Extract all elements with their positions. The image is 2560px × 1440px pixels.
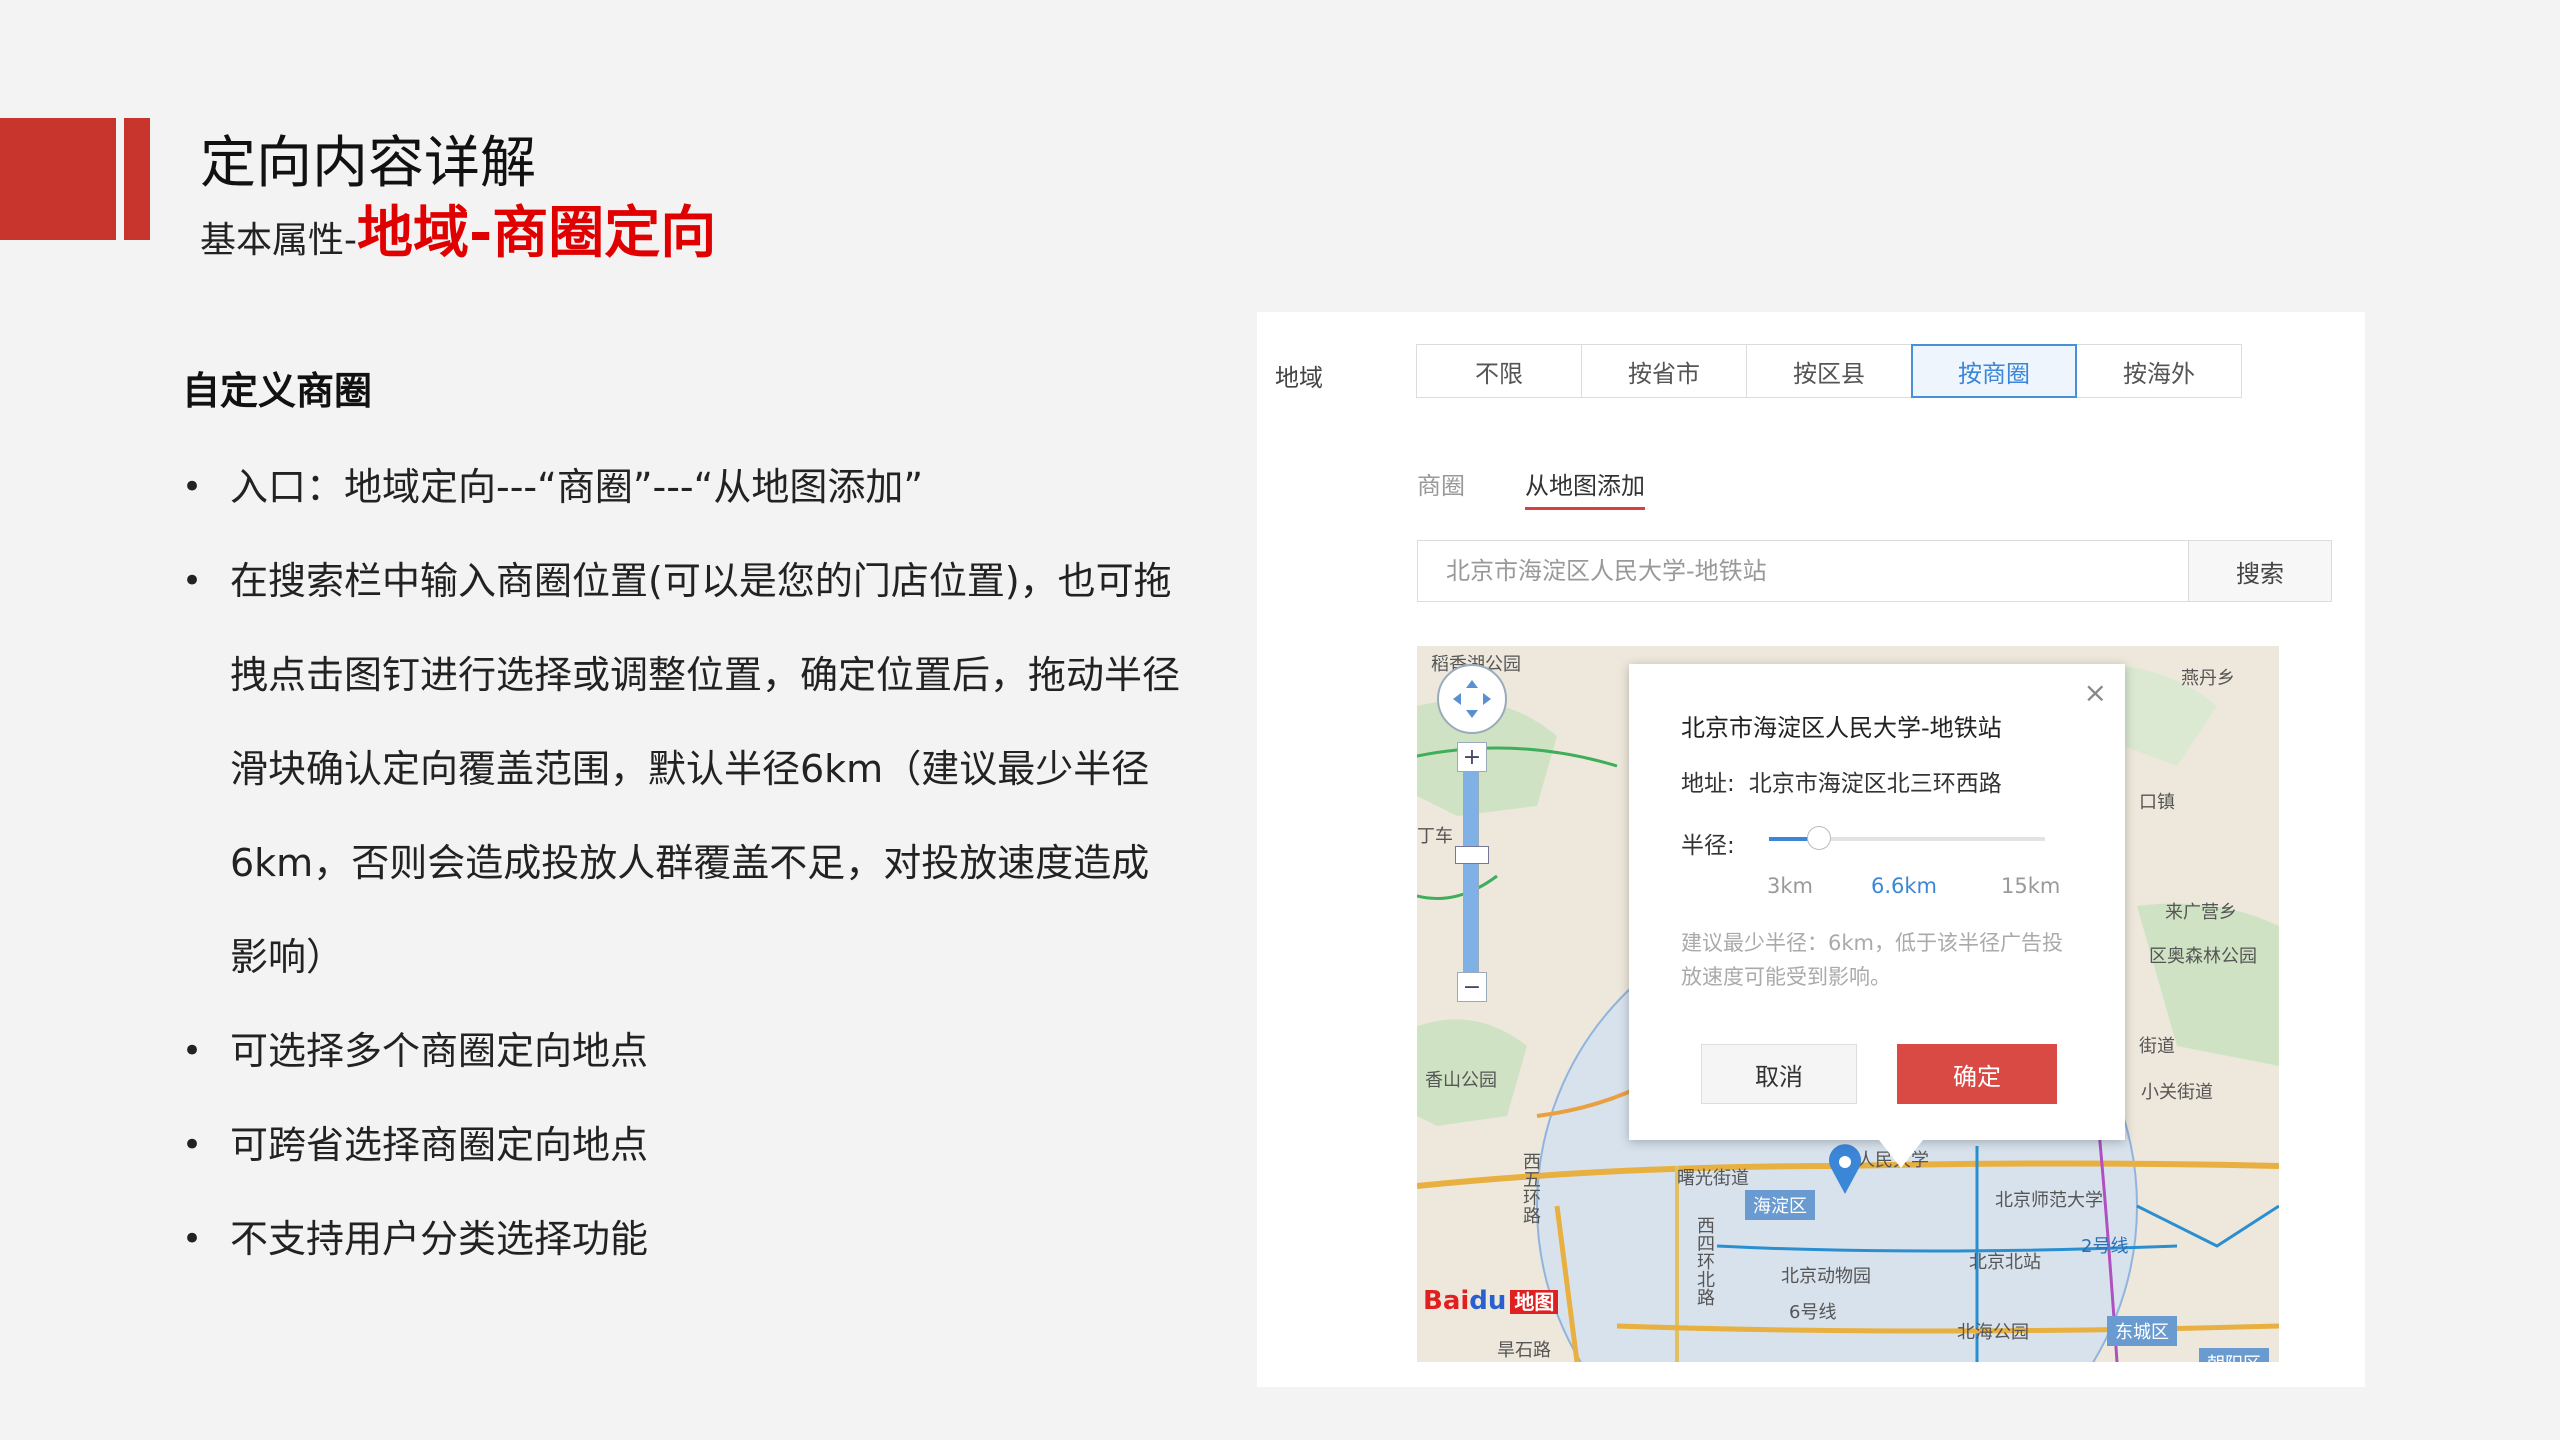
- radius-slider[interactable]: [1769, 826, 2045, 850]
- radius-slider-knob[interactable]: [1806, 826, 1831, 850]
- map-label: 西四环北路: [1694, 1216, 1715, 1306]
- popup-title: 北京市海淀区人民大学-地铁站: [1681, 714, 2002, 742]
- map-label: 街道: [2139, 1036, 2175, 1057]
- zoom-out-button[interactable]: −: [1457, 972, 1487, 1002]
- logo-text-bai: Bai: [1423, 1286, 1470, 1316]
- slide-subtitle: 基本属性-地域-商圈定向: [200, 188, 716, 269]
- region-targeting-panel: 地域 不限 按省市 按区县 按商圈 按海外 商圈 从地图添加 北京市海淀区人民大…: [1257, 312, 2365, 1387]
- map-label: 来广营乡: [2165, 902, 2237, 923]
- bullet-dot-icon: •: [182, 1125, 203, 1165]
- map-label: 香山公园: [1425, 1070, 1497, 1091]
- map-label: 燕丹乡: [2181, 668, 2235, 689]
- bullet-item: • 可跨省选择商圈定向地点: [182, 1098, 1182, 1192]
- zoom-slider-handle[interactable]: [1455, 846, 1489, 864]
- map-label: 旱石路: [1497, 1340, 1551, 1361]
- map-district-badge: 东城区: [2107, 1316, 2177, 1346]
- address-label: 地址:: [1681, 771, 1735, 797]
- radius-note: 建议最少半径：6km，低于该半径广告投放速度可能受到影响。: [1681, 931, 2063, 989]
- bullet-item: • 在搜索栏中输入商圈位置(可以是您的门店位置)，也可拖拽点击图钉进行选择或调整位…: [182, 534, 1182, 1004]
- cancel-button[interactable]: 取消: [1701, 1044, 1857, 1104]
- tab-unlimited[interactable]: 不限: [1416, 344, 1582, 398]
- radius-current-label: 6.6km: [1871, 874, 1938, 898]
- bullet-text: 入口：地域定向---“商圈”---“从地图添加”: [230, 465, 924, 509]
- map-district-badge: 朝阳区: [2199, 1348, 2269, 1362]
- pan-arrows-icon: [1453, 680, 1491, 718]
- subtab-add-from-map[interactable]: 从地图添加: [1525, 466, 1645, 510]
- region-label: 地域: [1275, 364, 1323, 392]
- confirm-button[interactable]: 确定: [1897, 1044, 2057, 1104]
- bullet-dot-icon: •: [182, 1219, 203, 1259]
- map-pin-icon[interactable]: [1825, 1144, 1865, 1196]
- map-label: 口镇: [2139, 792, 2175, 813]
- bullet-item: • 不支持用户分类选择功能: [182, 1192, 1182, 1286]
- map-pan-control[interactable]: [1437, 664, 1507, 734]
- map-label: 北海公园: [1957, 1322, 2029, 1343]
- tab-overseas[interactable]: 按海外: [2076, 344, 2242, 398]
- popup-tail: [1879, 1140, 1923, 1168]
- map-label: 西五环路: [1520, 1152, 1541, 1224]
- logo-text-du: du: [1469, 1286, 1507, 1316]
- address-value: 北京市海淀区北三环西路: [1748, 771, 2002, 797]
- map-label: 丁车: [1417, 826, 1453, 847]
- map-label: 曙光街道: [1677, 1168, 1749, 1189]
- section-title: 自定义商圈: [182, 369, 373, 413]
- map-label: 小关街道: [2141, 1082, 2213, 1103]
- map-label: 北京师范大学: [1995, 1190, 2103, 1211]
- radius-max-label: 15km: [2001, 874, 2061, 898]
- subtitle-highlight: 地域-商圈定向: [357, 201, 717, 266]
- bullet-dot-icon: •: [182, 1031, 203, 1071]
- zoom-in-button[interactable]: +: [1457, 742, 1487, 772]
- search-button[interactable]: 搜索: [2188, 540, 2332, 602]
- location-search-input[interactable]: 北京市海淀区人民大学-地铁站: [1417, 540, 2189, 602]
- bullet-text: 在搜索栏中输入商圈位置(可以是您的门店位置)，也可拖拽点击图钉进行选择或调整位置…: [230, 559, 1181, 979]
- bullet-dot-icon: •: [182, 561, 203, 601]
- map-label: 北京北站: [1969, 1252, 2041, 1273]
- map-label: 6号线: [1789, 1302, 1837, 1323]
- bullet-item: • 可选择多个商圈定向地点: [182, 1004, 1182, 1098]
- map-label: 2号线: [2081, 1236, 2129, 1257]
- radius-label: 半径:: [1681, 833, 1735, 859]
- close-icon[interactable]: ×: [2084, 676, 2107, 709]
- subtitle-prefix: 基本属性-: [200, 220, 357, 261]
- map-label: 区奥森林公园: [2149, 946, 2257, 967]
- bullet-text: 可跨省选择商圈定向地点: [230, 1123, 649, 1167]
- radius-min-label: 3km: [1767, 874, 1813, 898]
- accent-bar-large: [0, 118, 116, 240]
- map-view[interactable]: 稻香湖公园 燕丹乡 丁车 口镇 来广营乡 区奥森林公园 街道 小关街道 香山公园…: [1417, 646, 2279, 1362]
- tab-province-city[interactable]: 按省市: [1581, 344, 1747, 398]
- accent-bar-small: [124, 118, 150, 240]
- region-tabs: 不限 按省市 按区县 按商圈 按海外: [1416, 344, 2242, 398]
- logo-text-ditu: 地图: [1510, 1290, 1559, 1314]
- subtabs: 商圈 从地图添加: [1417, 466, 1705, 510]
- map-district-badge: 海淀区: [1745, 1190, 1815, 1220]
- slide-title: 定向内容详解: [200, 131, 536, 196]
- location-popup: × 北京市海淀区人民大学-地铁站 地址: 北京市海淀区北三环西路 半径: 3km …: [1629, 664, 2125, 1168]
- bullet-item: • 入口：地域定向---“商圈”---“从地图添加”: [182, 440, 1182, 534]
- map-label: 北京动物园: [1781, 1266, 1871, 1287]
- baidu-map-logo: Baidu 地图: [1423, 1286, 1559, 1316]
- tab-district[interactable]: 按区县: [1746, 344, 1912, 398]
- bullet-text: 可选择多个商圈定向地点: [230, 1029, 649, 1073]
- bullet-text: 不支持用户分类选择功能: [230, 1217, 649, 1261]
- popup-address: 地址: 北京市海淀区北三环西路: [1681, 764, 2002, 798]
- bullet-dot-icon: •: [182, 467, 203, 507]
- bullet-list: • 入口：地域定向---“商圈”---“从地图添加” • 在搜索栏中输入商圈位置(可…: [182, 440, 1182, 1286]
- subtab-business-circle[interactable]: 商圈: [1417, 466, 1465, 510]
- tab-business-circle[interactable]: 按商圈: [1911, 344, 2077, 398]
